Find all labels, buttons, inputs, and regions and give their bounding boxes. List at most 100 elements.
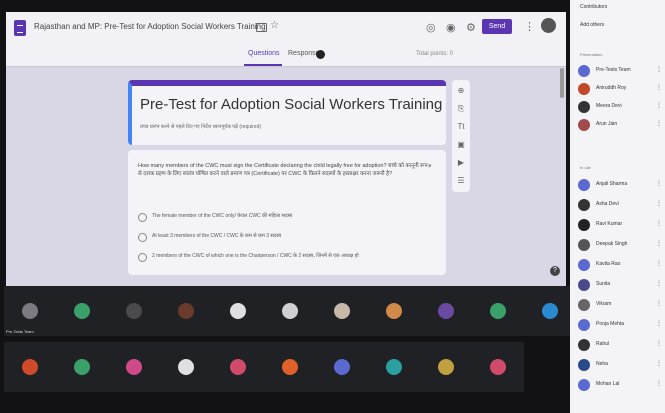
participant-avatar <box>334 359 350 375</box>
add-title-icon[interactable]: Tt <box>456 122 466 132</box>
participant-tile[interactable] <box>56 342 108 392</box>
participant-row[interactable]: Aniruddh Roy ⋮ <box>576 82 662 96</box>
preview-icon[interactable]: ◉ <box>446 21 456 34</box>
participant-tile[interactable] <box>160 342 212 392</box>
participant-tile[interactable] <box>212 342 264 392</box>
participant-tile[interactable]: Pre-Tests Team <box>4 286 56 336</box>
participant-avatar <box>578 179 590 191</box>
participant-row[interactable]: Pre-Tests Team ⋮ <box>576 64 662 78</box>
radio-button[interactable] <box>138 253 147 262</box>
more-options-icon[interactable]: ⋮ <box>656 84 662 91</box>
participant-row[interactable]: Deepak Singh ⋮ <box>576 238 662 252</box>
more-options-icon[interactable]: ⋮ <box>656 120 662 127</box>
participant-row[interactable]: Asha Devi ⋮ <box>576 198 662 212</box>
participant-row[interactable]: Vikram ⋮ <box>576 298 662 312</box>
participant-tile[interactable] <box>420 286 472 336</box>
more-options-icon[interactable]: ⋮ <box>656 200 662 207</box>
participant-tile[interactable] <box>420 342 472 392</box>
add-image-icon[interactable]: ▣ <box>456 140 466 150</box>
participant-row[interactable]: Pooja Mehta ⋮ <box>576 318 662 332</box>
participant-tile[interactable] <box>160 286 212 336</box>
participant-tile[interactable] <box>108 342 160 392</box>
more-options-icon[interactable]: ⋮ <box>656 220 662 227</box>
participant-tile[interactable] <box>524 286 576 336</box>
participant-row[interactable]: Anjali Sharma ⋮ <box>576 178 662 192</box>
participant-row[interactable]: Neha ⋮ <box>576 358 662 372</box>
more-options-icon[interactable]: ⋮ <box>656 300 662 307</box>
form-window-title[interactable]: Rajasthan and MP: Pre-Test for Adoption … <box>34 22 266 31</box>
page-scrollbar[interactable] <box>560 68 564 98</box>
add-video-icon[interactable]: ▶ <box>456 158 466 168</box>
import-questions-icon[interactable]: ⎘ <box>456 104 466 114</box>
participant-name: Pre-Tests Team <box>6 329 34 334</box>
participant-row[interactable]: Arun Jain ⋮ <box>576 118 662 132</box>
participant-avatar <box>578 83 590 95</box>
more-options-icon[interactable]: ⋮ <box>656 340 662 347</box>
add-question-icon[interactable]: ⊕ <box>456 86 466 96</box>
more-options-icon[interactable]: ⋮ <box>656 380 662 387</box>
participant-tile[interactable] <box>472 342 524 392</box>
participant-tile[interactable] <box>368 342 420 392</box>
participant-row[interactable]: Ravi Kumar ⋮ <box>576 218 662 232</box>
participant-row[interactable]: Mohan Lal ⋮ <box>576 378 662 392</box>
question-card[interactable]: How many members of the CWC must sign th… <box>128 150 446 275</box>
participant-tile[interactable] <box>4 342 56 392</box>
more-options-icon[interactable]: ⋮ <box>656 280 662 287</box>
participant-row[interactable]: Rahul ⋮ <box>576 338 662 352</box>
form-title-card[interactable]: Pre-Test for Adoption Social Workers Tra… <box>128 80 446 145</box>
folder-icon[interactable] <box>256 23 267 32</box>
form-description[interactable]: प्रपत्र प्रारंभ करने से पहले दिए गए निर्… <box>140 124 261 130</box>
participant-tile[interactable] <box>316 286 368 336</box>
radio-button[interactable] <box>138 233 147 242</box>
more-options-icon[interactable]: ⋮ <box>656 260 662 267</box>
participant-avatar <box>578 359 590 371</box>
participant-avatar <box>334 303 350 319</box>
participant-name: Pre-Tests Team <box>596 67 631 73</box>
settings-icon[interactable]: ⚙ <box>466 21 476 34</box>
participant-tile[interactable] <box>212 286 264 336</box>
participant-tile[interactable] <box>368 286 420 336</box>
total-points: Total points: 0 <box>416 51 454 57</box>
tab-questions[interactable]: Questions <box>248 50 280 57</box>
participant-tile[interactable] <box>264 342 316 392</box>
more-options-icon[interactable]: ⋮ <box>656 180 662 187</box>
form-heading[interactable]: Pre-Test for Adoption Social Workers Tra… <box>140 96 442 113</box>
section-in-call: In call <box>580 165 591 170</box>
participant-avatar <box>542 303 558 319</box>
participant-avatar <box>578 219 590 231</box>
participant-tile[interactable] <box>316 342 368 392</box>
participant-name: Ravi Kumar <box>596 221 623 227</box>
account-avatar[interactable] <box>541 18 556 33</box>
form-side-toolbar: ⊕ ⎘ Tt ▣ ▶ ☰ <box>452 80 470 192</box>
participant-row[interactable]: Meera Devi ⋮ <box>576 100 662 114</box>
participant-tile[interactable] <box>264 286 316 336</box>
more-options-icon[interactable]: ⋮ <box>524 20 535 33</box>
participant-avatar <box>178 303 194 319</box>
participant-tile[interactable] <box>56 286 108 336</box>
add-section-icon[interactable]: ☰ <box>456 176 466 186</box>
participant-avatar <box>578 279 590 291</box>
participant-tile[interactable] <box>108 286 160 336</box>
help-icon[interactable]: ? <box>550 266 560 276</box>
participant-row[interactable]: Kavita Rao ⋮ <box>576 258 662 272</box>
palette-icon[interactable]: ◎ <box>426 21 436 34</box>
participant-avatar <box>126 303 142 319</box>
more-options-icon[interactable]: ⋮ <box>656 240 662 247</box>
question-text: How many members of the CWC must sign th… <box>138 163 428 177</box>
option-label: The female member of the CWC only/ केवल … <box>152 213 293 219</box>
send-button[interactable]: Send <box>482 19 512 34</box>
more-options-icon[interactable]: ⋮ <box>656 102 662 109</box>
screen: Rajasthan and MP: Pre-Test for Adoption … <box>0 0 665 413</box>
more-options-icon[interactable]: ⋮ <box>656 360 662 367</box>
more-options-icon[interactable]: ⋮ <box>656 66 662 73</box>
add-others-link[interactable]: Add others <box>580 22 604 28</box>
star-icon[interactable]: ☆ <box>270 20 279 31</box>
participant-name: Aniruddh Roy <box>596 85 627 91</box>
participant-row[interactable]: Sunita ⋮ <box>576 278 662 292</box>
forms-doc-icon[interactable] <box>14 20 26 36</box>
chevron-down-icon[interactable]: ▾ <box>428 162 432 170</box>
radio-button[interactable] <box>138 213 147 222</box>
participant-tile[interactable] <box>472 286 524 336</box>
participant-avatar <box>126 359 142 375</box>
more-options-icon[interactable]: ⋮ <box>656 320 662 327</box>
